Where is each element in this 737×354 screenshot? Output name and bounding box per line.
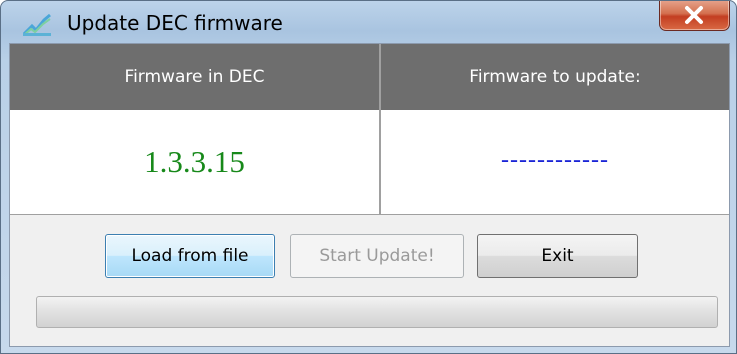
- progress-bar: [36, 296, 718, 328]
- client-area: Firmware in DEC 1.3.3.15 Firmware to upd…: [9, 43, 730, 347]
- current-firmware-header: Firmware in DEC: [10, 44, 379, 110]
- window-title: Update DEC firmware: [67, 11, 283, 35]
- exit-button[interactable]: Exit: [477, 234, 638, 278]
- update-firmware-panel: Firmware to update: ------------: [381, 44, 729, 214]
- app-window: Update DEC firmware Firmware in DEC 1.3.…: [0, 0, 737, 354]
- load-from-file-button[interactable]: Load from file: [105, 234, 275, 278]
- title-bar[interactable]: Update DEC firmware: [1, 1, 736, 43]
- update-firmware-header: Firmware to update:: [381, 44, 729, 110]
- close-icon: [685, 6, 703, 24]
- start-update-button[interactable]: Start Update!: [290, 234, 464, 278]
- update-firmware-value: ------------: [501, 146, 609, 173]
- update-firmware-value-box: ------------: [381, 110, 729, 214]
- close-button[interactable]: [659, 1, 730, 31]
- divider: [10, 214, 729, 215]
- current-firmware-value: 1.3.3.15: [144, 144, 245, 179]
- current-firmware-value-box: 1.3.3.15: [10, 110, 379, 214]
- app-icon: [22, 13, 51, 36]
- current-firmware-panel: Firmware in DEC 1.3.3.15: [10, 44, 381, 214]
